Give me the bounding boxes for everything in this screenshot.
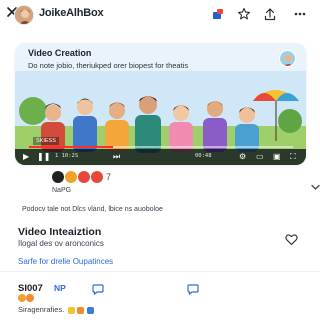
divider	[0, 271, 320, 272]
star-icon[interactable]	[237, 7, 251, 21]
app-logo	[14, 5, 34, 25]
comment-username[interactable]: SI007	[18, 283, 43, 294]
comment-emoji-row	[18, 294, 34, 302]
reaction-heart-icon[interactable]	[78, 171, 90, 183]
emoji-yellow-icon	[68, 306, 76, 314]
reaction-heart-icon[interactable]	[91, 171, 103, 183]
channel-avatar[interactable]	[279, 50, 296, 67]
video-title: Video Creation	[28, 48, 92, 58]
settings-icon[interactable]: ⚙	[239, 152, 246, 162]
time-remaining: 00:48	[195, 153, 212, 159]
comment-text: Siragenrafies.	[18, 305, 94, 314]
emoji-grin-icon	[26, 294, 34, 302]
info-title: Video Inteaiztion	[18, 226, 102, 238]
app-title: JoikeAlhBox	[39, 7, 104, 19]
media-icon[interactable]	[211, 7, 225, 21]
emoji-orange-icon	[77, 306, 85, 314]
heart-icon[interactable]	[285, 233, 298, 246]
info-link[interactable]: Sarfe for drelie Oupatinces	[18, 257, 113, 266]
fullscreen-icon[interactable]: ⛶	[290, 152, 296, 162]
cast-icon[interactable]: ▭	[256, 152, 264, 162]
pause-icon[interactable]: ❚❚	[37, 152, 50, 162]
comment-body: Siragenrafies.	[18, 305, 65, 314]
video-card[interactable]: Video Creation Do note jobio, theriukped…	[15, 43, 306, 165]
time-elapsed: 1 10:2S	[55, 153, 79, 159]
reaction-dark-icon[interactable]	[52, 171, 64, 183]
next-icon[interactable]: ⏭	[113, 152, 120, 162]
reaction-label: NaPG	[52, 187, 72, 194]
captions-icon[interactable]: ▣	[273, 152, 281, 162]
chevron-down-icon[interactable]	[311, 183, 320, 192]
more-icon[interactable]	[293, 7, 307, 21]
progress-bar[interactable]	[29, 146, 293, 148]
player-controls: ▶ ❚❚ 1 10:2S ⏭ 00:48 ⚙ ▭ ▣ ⛶	[15, 149, 306, 165]
video-subtitle: Do note jobio, theriukped orer biopest f…	[28, 61, 189, 70]
top-bar: JoikeAlhBox	[0, 0, 320, 30]
comment-badge: NP	[54, 283, 66, 293]
reaction-count: 7	[106, 172, 112, 182]
share-icon[interactable]	[263, 7, 277, 21]
progress-fill	[29, 146, 114, 148]
scene-caption: SKIESS	[33, 137, 59, 145]
video-description: Podocv tale not Dlcs vland, lbice ns auo…	[22, 206, 163, 213]
comment-bubble-icon[interactable]	[92, 283, 104, 295]
reaction-smile-icon[interactable]	[65, 171, 77, 183]
emoji-blue-icon	[86, 306, 94, 314]
info-subtitle: Ilogal des ov aronconics	[18, 239, 104, 248]
play-icon[interactable]: ▶	[23, 152, 29, 162]
reply-bubble-icon[interactable]	[187, 283, 199, 295]
emoji-smile-icon	[18, 294, 26, 302]
reaction-bar[interactable]: 7	[52, 170, 111, 184]
